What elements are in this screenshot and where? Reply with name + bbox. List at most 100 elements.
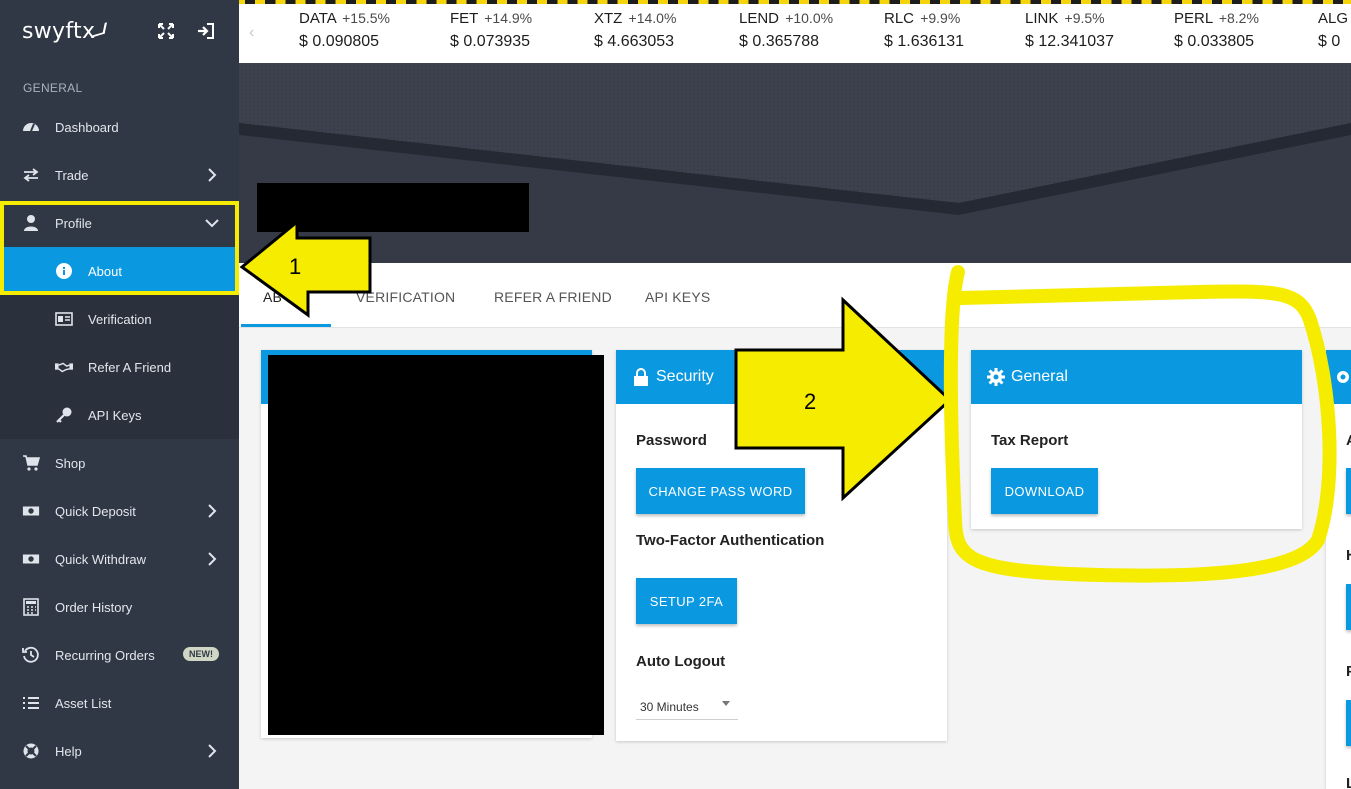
sidebar-item-about[interactable]: About bbox=[0, 247, 239, 295]
sidebar-item-label: Quick Deposit bbox=[55, 503, 136, 519]
ticker-price: $ 0 bbox=[1318, 33, 1341, 50]
sidebar-item-trade[interactable]: Trade bbox=[0, 151, 239, 199]
chevron-right-icon bbox=[208, 504, 217, 518]
sidebar-item-verification[interactable]: Verification bbox=[0, 295, 239, 343]
price-ticker: ‹ DATA +15.5% $ 0.090805 FET +14.9% $ 0.… bbox=[239, 0, 1351, 63]
ticker-change: +8.2% bbox=[1218, 10, 1259, 26]
gear-icon bbox=[1334, 368, 1351, 386]
ticker-change: +15.5% bbox=[342, 10, 390, 26]
swyftx-logo[interactable]: swyftx bbox=[22, 19, 95, 44]
fullscreen-icon[interactable] bbox=[157, 22, 175, 40]
two-factor-label: Two-Factor Authentication bbox=[636, 532, 825, 549]
tab-api-keys[interactable]: API KEYS bbox=[645, 289, 710, 305]
profile-tabs: AB VERIFICATION REFER A FRIEND API KEYS bbox=[239, 263, 1351, 328]
redacted-user-name bbox=[257, 183, 529, 232]
sidebar-item-profile[interactable]: Profile bbox=[0, 199, 239, 247]
security-card-title: Security bbox=[656, 368, 714, 385]
key-icon bbox=[55, 406, 73, 424]
cash-icon bbox=[22, 502, 40, 520]
ticker-symbol: LINK bbox=[1025, 10, 1059, 27]
list-icon bbox=[22, 694, 40, 712]
ticker-item[interactable]: DATA +15.5% $ 0.090805 bbox=[299, 10, 390, 51]
general-card-title: General bbox=[1011, 368, 1068, 385]
sidebar-item-label: Help bbox=[55, 743, 82, 759]
chevron-right-icon bbox=[208, 744, 217, 758]
ticker-price: $ 0.073935 bbox=[450, 33, 531, 50]
partial-label: H bbox=[1346, 547, 1351, 564]
ticker-item[interactable]: LEND +10.0% $ 0.365788 bbox=[739, 10, 833, 51]
chevron-right-icon bbox=[208, 168, 217, 182]
ticker-item[interactable]: FET +14.9% $ 0.073935 bbox=[450, 10, 532, 51]
ticker-item[interactable]: ALG $ 0 bbox=[1318, 10, 1350, 51]
ticker-symbol: ALG bbox=[1318, 10, 1349, 27]
swap-arrows-icon bbox=[22, 166, 40, 184]
partial-label: P bbox=[1346, 663, 1351, 680]
sidebar-nav: Dashboard Trade Profile About Verificati… bbox=[0, 103, 239, 775]
sidebar-item-label: Dashboard bbox=[55, 119, 119, 135]
auto-logout-select[interactable]: 30 Minutes bbox=[636, 696, 738, 720]
general-card-header: General bbox=[971, 350, 1302, 404]
ticker-item[interactable]: LINK +9.5% $ 12.341037 bbox=[1025, 10, 1114, 51]
sidebar-item-api-keys[interactable]: API Keys bbox=[0, 391, 239, 439]
lock-icon bbox=[632, 368, 650, 386]
ticker-item[interactable]: XTZ +14.0% $ 4.663053 bbox=[594, 10, 676, 51]
annotation-number-2: 2 bbox=[804, 389, 817, 414]
password-label: Password bbox=[636, 432, 707, 449]
ticker-price: $ 0.365788 bbox=[739, 33, 820, 50]
sidebar-item-help[interactable]: Help bbox=[0, 727, 239, 775]
sidebar-item-shop[interactable]: Shop bbox=[0, 439, 239, 487]
sidebar-item-quick-deposit[interactable]: Quick Deposit bbox=[0, 487, 239, 535]
ticker-change: +9.9% bbox=[920, 10, 961, 26]
tab-about[interactable]: AB bbox=[263, 289, 282, 305]
id-card-icon bbox=[55, 310, 73, 328]
sidebar-item-quick-withdraw[interactable]: Quick Withdraw bbox=[0, 535, 239, 583]
chevron-right-icon bbox=[208, 552, 217, 566]
sidebar-item-label: Quick Withdraw bbox=[55, 551, 147, 567]
ticker-item[interactable]: PERL +8.2% $ 0.033805 bbox=[1174, 10, 1259, 51]
calculator-icon bbox=[22, 598, 40, 616]
sidebar-item-label: Shop bbox=[55, 455, 86, 471]
tab-refer-a-friend[interactable]: REFER A FRIEND bbox=[494, 289, 612, 305]
active-tab-indicator bbox=[241, 324, 331, 327]
person-icon bbox=[22, 214, 40, 232]
sidebar-item-label: About bbox=[88, 263, 122, 279]
tab-verification[interactable]: VERIFICATION bbox=[356, 289, 455, 305]
chevron-down-icon bbox=[205, 219, 219, 228]
ticker-symbol: XTZ bbox=[594, 10, 623, 27]
partial-button[interactable] bbox=[1346, 584, 1351, 630]
security-card: Security Password CHANGE PASS WORD Two-F… bbox=[616, 350, 947, 741]
sidebar-item-label: Order History bbox=[55, 599, 133, 615]
redacted-profile-details bbox=[268, 355, 604, 735]
ticker-item[interactable]: RLC +9.9% $ 1.636131 bbox=[884, 10, 964, 51]
ticker-prev-icon[interactable]: ‹ bbox=[249, 24, 254, 42]
sidebar-header: swyftx bbox=[0, 0, 239, 63]
partial-card: A H P L bbox=[1326, 350, 1351, 789]
download-tax-report-button[interactable]: DOWNLOAD bbox=[991, 468, 1098, 514]
handshake-icon bbox=[55, 358, 73, 376]
partial-button[interactable] bbox=[1346, 700, 1351, 746]
ticker-price: $ 1.636131 bbox=[884, 33, 965, 50]
setup-2fa-button[interactable]: SETUP 2FA bbox=[636, 578, 737, 624]
auto-logout-label: Auto Logout bbox=[636, 653, 726, 670]
sidebar-item-dashboard[interactable]: Dashboard bbox=[0, 103, 239, 151]
new-badge: NEW! bbox=[183, 647, 219, 661]
sidebar-item-refer-a-friend[interactable]: Refer A Friend bbox=[0, 343, 239, 391]
auto-logout-value: 30 Minutes bbox=[640, 700, 699, 714]
section-label-general: GENERAL bbox=[23, 81, 83, 95]
sidebar-item-recurring-orders[interactable]: Recurring Orders NEW! bbox=[0, 631, 239, 679]
ticker-price: $ 12.341037 bbox=[1025, 33, 1114, 50]
sidebar: swyftx GENERAL Dashboard Trade Profile A… bbox=[0, 0, 239, 789]
banner-pattern bbox=[239, 63, 1351, 263]
ticker-symbol: LEND bbox=[739, 10, 780, 27]
partial-button[interactable] bbox=[1346, 468, 1351, 514]
gear-icon bbox=[987, 368, 1005, 386]
ticker-change: +10.0% bbox=[785, 10, 834, 26]
change-password-button[interactable]: CHANGE PASS WORD bbox=[636, 468, 805, 514]
info-icon bbox=[55, 262, 73, 280]
logout-icon[interactable] bbox=[197, 22, 215, 40]
tax-report-label: Tax Report bbox=[991, 432, 1069, 449]
sidebar-item-asset-list[interactable]: Asset List bbox=[0, 679, 239, 727]
ticker-price: $ 0.033805 bbox=[1174, 33, 1255, 50]
sidebar-item-label: API Keys bbox=[88, 407, 142, 423]
sidebar-item-order-history[interactable]: Order History bbox=[0, 583, 239, 631]
